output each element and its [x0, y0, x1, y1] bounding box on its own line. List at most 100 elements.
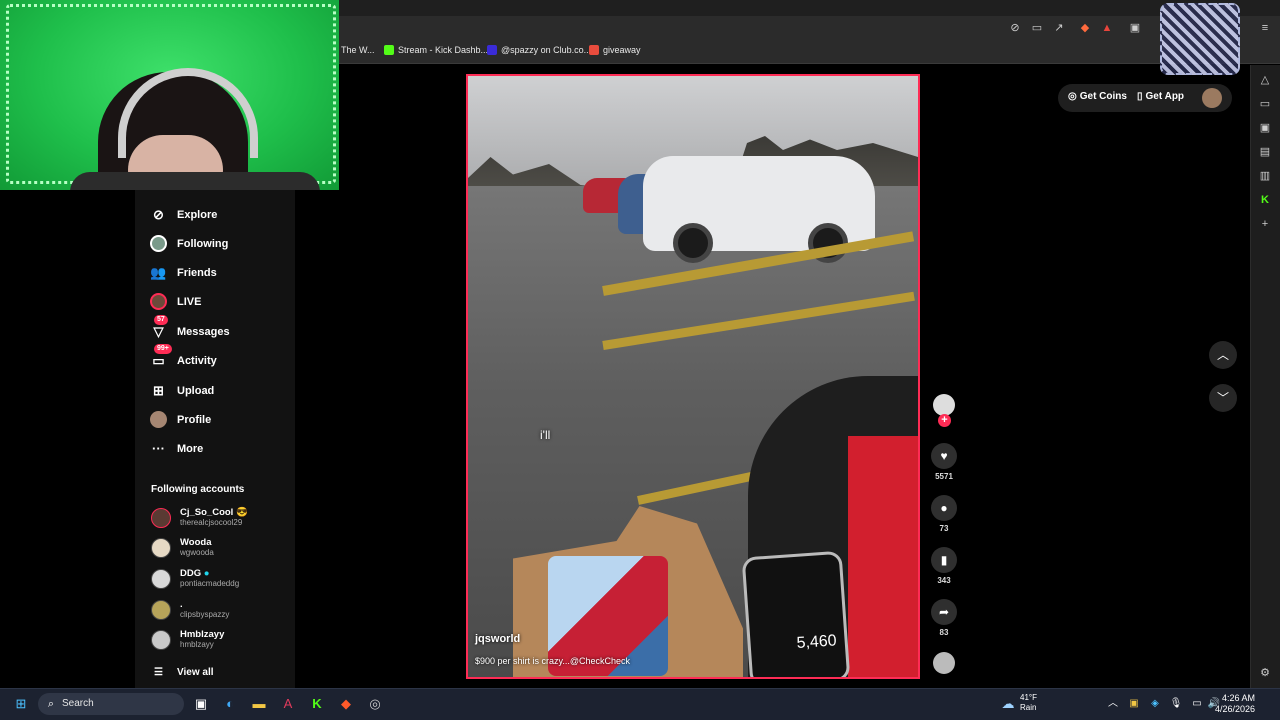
app-icon[interactable]: A — [279, 695, 297, 713]
sidebar-item-more[interactable]: ··· More — [150, 440, 203, 457]
avatar — [151, 537, 171, 558]
weather-icon: ☁ — [1001, 696, 1015, 711]
search-placeholder: Search — [62, 698, 94, 709]
music-disc-icon[interactable] — [933, 652, 955, 674]
like-button[interactable]: ♥ 5571 — [931, 443, 957, 481]
tray-app-icon[interactable]: ◈ — [1146, 695, 1164, 713]
phone-icon: ▯ — [1137, 91, 1143, 102]
kick-taskbar-icon[interactable]: K — [308, 695, 326, 713]
sidebar-toggle-icon[interactable]: ▣ — [1128, 21, 1142, 35]
chevron-down-icon: ﹀ — [1216, 391, 1229, 405]
video-description[interactable]: $900 per shirt is crazy...@CheckCheck — [475, 656, 630, 666]
account-item[interactable]: Wooda wgwooda — [151, 537, 214, 558]
bookmark-item[interactable]: @spazzy on Club.co... — [487, 45, 591, 55]
video-player[interactable]: 5,460 i'll jqsworld $900 per shirt is cr… — [466, 74, 920, 679]
bookmark-icon: ▮ — [931, 547, 957, 573]
comment-icon: ● — [931, 495, 957, 521]
sidebar-item-explore[interactable]: ⊘ Explore — [150, 206, 217, 223]
bookmark-item[interactable]: Stream - Kick Dashb... — [384, 45, 488, 55]
account-item[interactable]: DDG ● pontiacmadeddg — [151, 568, 239, 589]
stream-logo-overlay — [1160, 3, 1240, 75]
activity-icon: ▭ 99+ — [150, 344, 172, 369]
sidebar-item-profile[interactable]: Profile — [150, 411, 211, 428]
activity-badge: 99+ — [154, 344, 172, 354]
verified-icon: ● — [203, 568, 210, 579]
microphone-icon[interactable]: 🎙 — [1167, 695, 1185, 713]
weather-widget[interactable]: 41°F Rain — [1020, 693, 1037, 713]
avatar — [151, 568, 171, 589]
compass-icon: ⊘ — [153, 206, 164, 222]
profile-avatar-icon — [150, 411, 167, 428]
coin-icon: ◎ — [1068, 91, 1077, 102]
previous-video-button[interactable]: ︿ — [1209, 341, 1237, 369]
share-arrow-icon: ➦ — [931, 599, 957, 625]
rewards-icon[interactable]: ▲ — [1100, 21, 1114, 35]
brave-shield-icon[interactable]: ◆ — [1078, 21, 1092, 35]
messages-badge: 57 — [154, 315, 168, 325]
brave-taskbar-icon[interactable]: ◆ — [337, 695, 355, 713]
network-icon[interactable]: ▭ — [1188, 695, 1206, 713]
windows-start-icon[interactable]: ⊞ — [12, 695, 30, 713]
heart-icon: ♥ — [931, 443, 957, 469]
webcam-overlay — [0, 0, 339, 190]
share-icon[interactable]: ↗ — [1052, 21, 1066, 35]
reading-list-icon[interactable]: ▥ — [1258, 169, 1272, 183]
sidebar-item-messages[interactable]: ▽ 57 Messages — [150, 315, 230, 340]
obs-icon[interactable]: ◎ — [366, 695, 384, 713]
wallet-icon[interactable]: ▣ — [1258, 121, 1272, 135]
user-avatar[interactable] — [1202, 88, 1222, 108]
friends-icon: 👥 — [150, 264, 167, 280]
sidebar-item-upload[interactable]: ⊞ Upload — [150, 382, 214, 399]
sidebar-item-following[interactable]: Following — [150, 235, 228, 252]
kick-sidebar-icon[interactable]: K — [1258, 193, 1272, 207]
sidebar-item-live[interactable]: LIVE — [150, 293, 201, 310]
upload-icon: ⊞ — [153, 382, 164, 398]
sidebar-item-activity[interactable]: ▭ 99+ Activity — [150, 344, 217, 369]
account-item[interactable]: . clipsbyspazzy — [151, 599, 229, 620]
chevron-up-icon: ︿ — [1216, 348, 1229, 362]
more-icon: ··· — [152, 441, 165, 456]
view-all-link[interactable]: ☰ View all — [150, 664, 214, 681]
playlist-icon[interactable]: ▭ — [1258, 97, 1272, 111]
add-panel-icon[interactable]: + — [1258, 217, 1272, 231]
sidebar-item-friends[interactable]: 👥 Friends — [150, 264, 216, 281]
bookmarks-icon[interactable]: ▤ — [1258, 145, 1272, 159]
comment-button[interactable]: ● 73 — [931, 495, 957, 533]
get-coins-button[interactable]: ◎ Get Coins — [1068, 91, 1127, 102]
save-button[interactable]: ▮ 343 — [931, 547, 957, 585]
video-username[interactable]: jqsworld — [475, 633, 520, 645]
account-item[interactable]: Cj_So_Cool 😎 therealcjsocool29 — [151, 507, 248, 528]
messages-icon: ▽ 57 — [150, 315, 168, 340]
get-app-button[interactable]: ▯ Get App — [1137, 91, 1184, 102]
bookmark-item[interactable]: The W... — [341, 45, 375, 55]
avatar — [151, 629, 171, 650]
cast-icon[interactable]: ▭ — [1030, 21, 1044, 35]
kick-icon — [384, 45, 394, 55]
live-avatar-icon — [150, 293, 167, 310]
list-icon: ☰ — [154, 667, 163, 678]
video-frame-jersey — [848, 436, 918, 677]
following-accounts-title: Following accounts — [151, 484, 245, 495]
club-icon — [487, 45, 497, 55]
avatar — [151, 507, 171, 528]
settings-icon[interactable]: ⚙ — [1258, 666, 1272, 680]
tray-app-icon[interactable]: ▣ — [1125, 695, 1143, 713]
task-view-icon[interactable]: ▣ — [192, 695, 210, 713]
video-frame-phone: 5,460 — [741, 550, 851, 677]
file-explorer-icon[interactable]: ▬ — [250, 695, 268, 713]
edge-icon[interactable]: ◐ — [221, 695, 239, 713]
bookmark-item[interactable]: giveaway — [589, 45, 641, 55]
video-caption: i'll — [540, 428, 551, 442]
translate-icon[interactable]: ⊘ — [1008, 21, 1022, 35]
share-button[interactable]: ➦ 83 — [931, 599, 957, 637]
account-item[interactable]: Hmblzayy hmblzayy — [151, 629, 224, 650]
following-avatar-icon — [150, 235, 167, 252]
avatar — [151, 599, 171, 620]
chevron-up-tray-icon[interactable]: ︿ — [1104, 695, 1122, 713]
follow-button[interactable]: + — [938, 414, 951, 427]
taskbar-clock[interactable]: 4:26 AM 4/26/2026 — [1215, 693, 1255, 715]
creator-avatar[interactable] — [933, 394, 955, 416]
leo-icon[interactable]: △ — [1258, 73, 1272, 87]
menu-icon[interactable]: ≡ — [1258, 21, 1272, 35]
next-video-button[interactable]: ﹀ — [1209, 384, 1237, 412]
